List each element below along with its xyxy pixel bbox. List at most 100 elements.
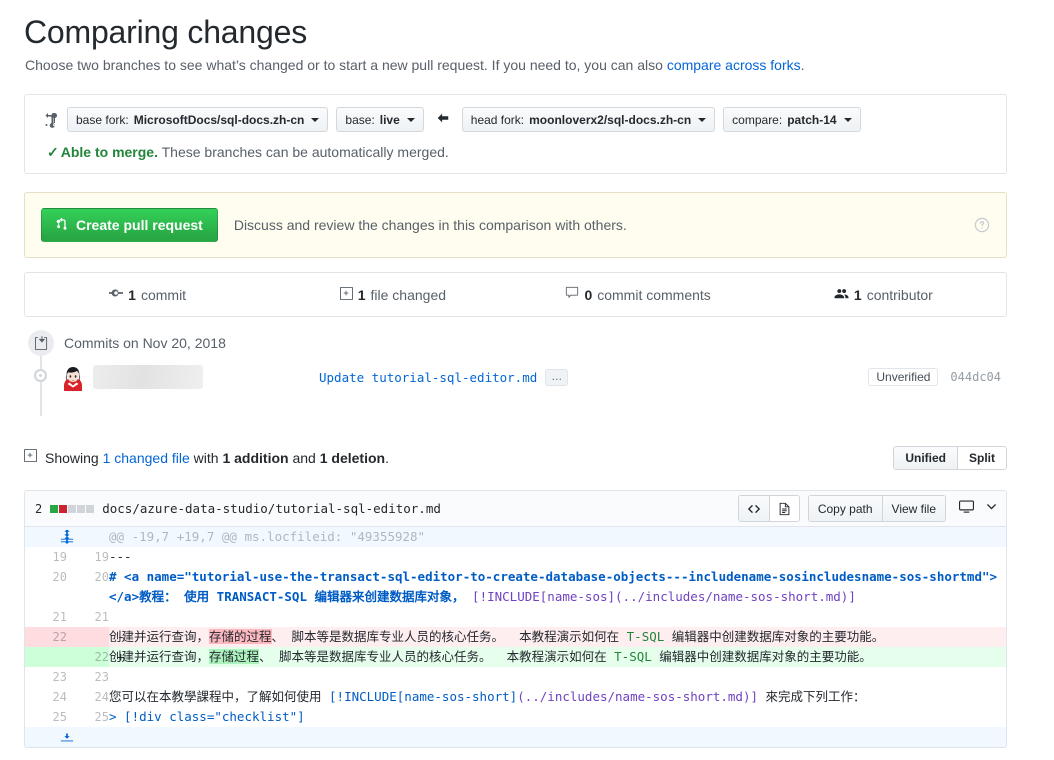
stat-commit-comments[interactable]: 0 commit comments xyxy=(516,286,761,303)
commit-sha[interactable]: 044dc04 xyxy=(950,370,1001,384)
compare-branch-selector[interactable]: compare: patch-14 xyxy=(723,107,861,132)
line-number-new: 23 xyxy=(67,667,109,687)
diffstat-addition-block xyxy=(50,504,59,513)
diff-line-content xyxy=(109,667,1006,687)
diff-line-cjk-3: 编辑器来创建数据库对象， xyxy=(314,589,473,604)
compare-branch-label: compare: xyxy=(732,112,783,127)
comparing-changes-page: Comparing changes Choose two branches to… xyxy=(0,0,1054,760)
people-icon xyxy=(834,286,849,303)
stat-comments-label: commit comments xyxy=(597,286,711,303)
copy-path-button[interactable]: Copy path xyxy=(808,496,882,521)
unified-view-button[interactable]: Unified xyxy=(894,447,957,469)
diff-bottom-expander-space xyxy=(109,727,1006,747)
base-fork-value: MicrosoftDocs/sql-docs.zh-cn xyxy=(133,112,305,127)
showing-mid: with xyxy=(189,450,223,466)
commit-icon xyxy=(109,286,124,303)
chevron-down-icon xyxy=(406,117,415,122)
file-diff-icon xyxy=(339,286,353,304)
stat-commits-count: 1 xyxy=(128,286,136,303)
line-number-old: 20 xyxy=(25,567,67,607)
comparison-stats-bar: 1 commit 1 file changed 0 commit comment… xyxy=(24,272,1007,317)
fold-down-icon[interactable] xyxy=(25,727,109,747)
diff-row-context: 20 20 # <a name="tutorial-use-the-transa… xyxy=(25,567,1006,607)
branch-selector-row: base fork: MicrosoftDocs/sql-docs.zh-cn … xyxy=(25,95,1006,132)
diff-summary-text: Showing 1 changed file with 1 addition a… xyxy=(45,450,389,466)
diff-line-cjk-2: 用 xyxy=(196,589,217,604)
additions-count: 1 addition xyxy=(222,450,289,466)
diff-file-card: 2 docs/azure-data-studio/tutorial-sql-ed… xyxy=(24,490,1007,748)
ctx-text-path: (../includes/name-sos-short.md)] xyxy=(517,689,759,704)
diff-row-addition: 22 + 创建并运行查询，存储过程、 脚本等是数据库专业人员的核心任务。 本教程演… xyxy=(25,647,1006,667)
stat-contributors[interactable]: 1 contributor xyxy=(761,286,1006,303)
code-icon[interactable] xyxy=(738,496,769,521)
merge-status-rest: These branches can be automatically merg… xyxy=(157,144,449,160)
view-file-button[interactable]: View file xyxy=(881,496,945,521)
file-header-actions: Copy path View file xyxy=(737,495,998,522)
base-fork-label: base fork: xyxy=(76,112,129,127)
diff-line-content: 您可以在本教學課程中，了解如何使用 [!INCLUDE[name-sos-sho… xyxy=(109,687,1006,707)
file-path[interactable]: docs/azure-data-studio/tutorial-sql-edit… xyxy=(102,501,441,516)
stat-files-label: file changed xyxy=(370,286,447,303)
line-number-old: 24 xyxy=(25,687,67,707)
head-fork-selector[interactable]: head fork: moonloverx2/sql-docs.zh-cn xyxy=(461,107,716,132)
question-icon[interactable] xyxy=(974,217,990,233)
commit-message-link[interactable]: Update tutorial-sql-editor.md xyxy=(319,370,537,385)
diff-line-content: - 创建并运行查询，存储的过程、 脚本等是数据库专业人员的核心任务。 本教程演示如… xyxy=(109,627,1006,647)
desktop-icon[interactable] xyxy=(958,499,975,519)
add-text-tail: 编辑器中创建数据库对象的主要功能。 xyxy=(651,649,872,664)
base-branch-selector[interactable]: base: live xyxy=(336,107,424,132)
stat-commits[interactable]: 1 commit xyxy=(25,286,270,303)
diff-row-context: 19 19 --- xyxy=(25,547,1006,567)
diff-line-content: --- xyxy=(109,549,132,564)
file-view-mode-group xyxy=(737,495,800,522)
verification-badge[interactable]: Unverified xyxy=(868,368,939,386)
create-pull-request-button[interactable]: Create pull request xyxy=(41,208,218,242)
showing-prefix: Showing xyxy=(45,450,103,466)
file-diff-icon xyxy=(24,448,37,468)
commits-group-label: Commits on Nov 20, 2018 xyxy=(64,335,226,351)
file-icon[interactable] xyxy=(768,496,799,521)
diff-row-context: 24 24 您可以在本教學課程中，了解如何使用 [!INCLUDE[name-s… xyxy=(25,687,1006,707)
stat-comments-count: 0 xyxy=(584,286,593,303)
diff-row-context: 25 25 > [!div class="checklist"] xyxy=(25,707,1006,727)
stat-files-count: 1 xyxy=(357,286,366,303)
del-text-tail: 编辑器中创建数据库对象的主要功能。 xyxy=(664,629,885,644)
check-icon: ✓ xyxy=(47,144,59,160)
compare-branch-value: patch-14 xyxy=(787,112,837,127)
commit-expand-button[interactable]: … xyxy=(545,368,569,386)
diff-line-include-token: [!INCLUDE[name-sos](../includes/name-sos… xyxy=(472,589,856,604)
unfold-icon[interactable] xyxy=(25,527,109,547)
user-avatar[interactable] xyxy=(60,363,87,391)
repo-push-icon xyxy=(28,330,54,356)
diff-row-context: 21 21 xyxy=(25,607,1006,627)
create-pull-request-banner: Create pull request Discuss and review t… xyxy=(24,192,1007,258)
split-view-button[interactable]: Split xyxy=(957,447,1006,469)
line-number-new: 24 xyxy=(67,687,109,707)
compare-across-forks-link[interactable]: compare across forks xyxy=(667,57,801,73)
diff-line-content: + 创建并运行查询，存储过程、 脚本等是数据库专业人员的核心任务。 本教程演示如何… xyxy=(109,647,1006,667)
diff-line-cjk-1: 教程： 使 xyxy=(139,589,197,604)
chevron-down-icon[interactable] xyxy=(985,500,998,518)
diffstat-blocks xyxy=(50,504,95,513)
line-number-old: 23 xyxy=(25,667,67,687)
diff-line-code-token: TRANSACT-SQL xyxy=(216,589,315,604)
addition-marker: + xyxy=(117,649,125,664)
stat-files-changed[interactable]: 1 file changed xyxy=(270,286,515,304)
diff-bottom-expander-row xyxy=(25,727,1006,747)
commit-row: Update tutorial-sql-editor.md … Unverifi… xyxy=(60,362,1007,392)
diffstat-neutral-block xyxy=(68,504,77,513)
ctx-text-include: [!INCLUDE[name-sos-short] xyxy=(329,689,518,704)
head-fork-value: moonloverx2/sql-docs.zh-cn xyxy=(529,112,692,127)
changed-file-link[interactable]: 1 changed file xyxy=(103,450,190,466)
commit-rail xyxy=(40,356,42,416)
chevron-down-icon xyxy=(843,117,852,122)
base-fork-selector[interactable]: base fork: MicrosoftDocs/sql-docs.zh-cn xyxy=(67,107,329,132)
commit-meta: Unverified 044dc04 xyxy=(868,368,1001,386)
diff-line-content: # <a name="tutorial-use-the-transact-sql… xyxy=(109,567,1006,607)
chevron-down-icon xyxy=(698,117,707,122)
diff-line-content: > [!div class="checklist"] xyxy=(109,707,1006,727)
comment-icon xyxy=(565,286,579,303)
file-change-count: 2 xyxy=(35,501,43,516)
add-text-code: T-SQL xyxy=(614,649,652,664)
line-number-new: 22 xyxy=(67,647,109,667)
